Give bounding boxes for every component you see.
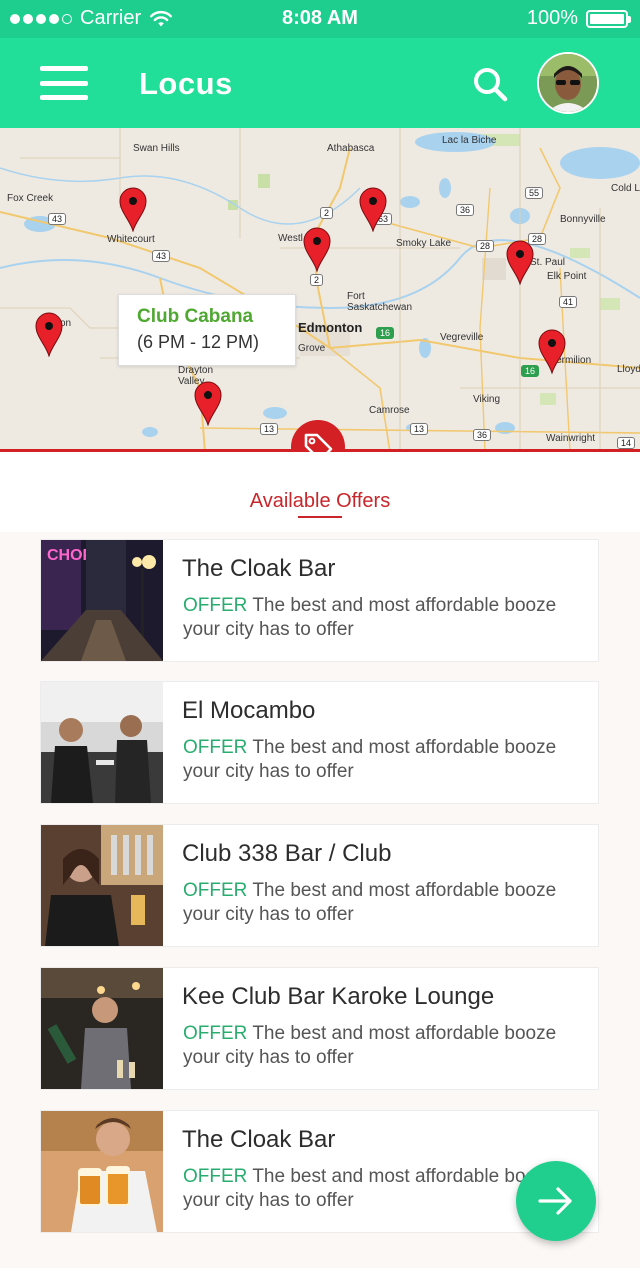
hamburger-menu-icon[interactable] <box>40 66 88 100</box>
venue-thumbnail <box>41 825 163 946</box>
offer-venue-name: The Cloak Bar <box>182 1126 336 1153</box>
map-label: Vegreville <box>440 332 484 343</box>
offers-tab-indicator <box>298 516 342 518</box>
offer-card[interactable]: CHOP The Cloak Bar OFFER The best and mo… <box>40 539 599 662</box>
arrow-right-icon[interactable] <box>516 1161 596 1241</box>
battery-percent: 100% <box>526 7 578 29</box>
map-pin-icon[interactable] <box>34 311 64 357</box>
map-label: Viking <box>473 394 501 405</box>
offer-description: OFFER The best and most affordable booze… <box>183 594 583 642</box>
map-label: Cold L <box>611 183 640 194</box>
map[interactable]: Swan Hills Athabasca Lac la Biche Fox Cr… <box>0 128 640 452</box>
road-shield: 2 <box>320 207 334 219</box>
map-label: Fox Creek <box>7 193 54 204</box>
map-pin-icon[interactable] <box>537 328 567 374</box>
tooltip-venue-hours: (6 PM - 12 PM) <box>137 332 260 352</box>
map-pin-icon[interactable] <box>358 186 388 232</box>
offer-venue-name: El Mocambo <box>182 697 316 724</box>
offer-card[interactable]: The Cloak Bar OFFER The best and most af… <box>40 1110 599 1233</box>
offer-badge: OFFER <box>183 595 248 616</box>
venue-thumbnail <box>41 1111 163 1232</box>
available-offers-tab[interactable]: Available Offers <box>0 490 640 513</box>
road-shield: 16 <box>376 327 395 339</box>
map-tooltip[interactable]: Club Cabana (6 PM - 12 PM) <box>118 294 296 366</box>
status-right: 100% <box>526 7 631 30</box>
venue-thumbnail <box>41 682 163 803</box>
battery-icon <box>586 9 631 28</box>
road-shield: 13 <box>260 423 279 435</box>
venue-thumbnail: CHOP <box>41 540 163 661</box>
map-label: Smoky Lake <box>396 238 452 249</box>
map-label: Lloyd <box>617 364 640 375</box>
offers-header: Available Offers <box>0 452 640 532</box>
map-label: Grove <box>298 343 326 354</box>
road-shield: 36 <box>473 429 492 441</box>
map-pin-icon[interactable] <box>193 380 223 426</box>
map-pin-icon[interactable] <box>302 226 332 272</box>
offer-badge: OFFER <box>183 1023 248 1044</box>
offer-venue-name: Club 338 Bar / Club <box>182 840 392 867</box>
offer-description: OFFER The best and most affordable booze… <box>183 1022 583 1070</box>
tooltip-venue-name: Club Cabana <box>137 306 254 327</box>
map-pin-icon[interactable] <box>505 239 535 285</box>
offer-venue-name: The Cloak Bar <box>182 555 336 582</box>
map-label: St. Paul <box>530 257 566 268</box>
map-label: Westl <box>278 233 303 244</box>
map-label: Lac la Biche <box>442 135 497 146</box>
offer-badge: OFFER <box>183 880 248 901</box>
offer-description: OFFER The best and most affordable booze… <box>183 736 583 784</box>
road-shield: 13 <box>410 423 429 435</box>
search-icon[interactable] <box>472 66 508 102</box>
user-avatar[interactable] <box>537 52 599 114</box>
map-label: Wainwright <box>546 433 596 444</box>
road-shield: 41 <box>559 296 578 308</box>
road-shield: 36 <box>456 204 475 216</box>
app-title: Locus <box>139 66 233 101</box>
offer-card[interactable]: Kee Club Bar Karoke Lounge OFFER The bes… <box>40 967 599 1090</box>
offer-card[interactable]: Club 338 Bar / Club OFFER The best and m… <box>40 824 599 947</box>
offer-description: OFFER The best and most affordable booze… <box>183 879 583 927</box>
road-shield: 28 <box>476 240 495 252</box>
road-shield: 2 <box>310 274 324 286</box>
venue-thumbnail <box>41 968 163 1089</box>
offer-badge: OFFER <box>183 1166 248 1187</box>
map-pin-icon[interactable] <box>118 186 148 232</box>
map-label: Camrose <box>369 405 410 416</box>
map-label: Athabasca <box>327 143 375 154</box>
map-label: Elk Point <box>547 271 587 282</box>
offer-badge: OFFER <box>183 737 248 758</box>
map-label-city: Edmonton <box>298 320 363 335</box>
offer-venue-name: Kee Club Bar Karoke Lounge <box>182 983 495 1010</box>
app-header: Locus <box>0 38 640 128</box>
map-label: Swan Hills <box>133 143 180 154</box>
map-label: Fort Saskatchewan <box>347 291 413 313</box>
road-shield: 14 <box>617 437 636 449</box>
offer-card[interactable]: El Mocambo OFFER The best and most affor… <box>40 681 599 804</box>
status-bar: Carrier 8:08 AM 100% <box>0 0 640 38</box>
map-label: Whitecourt <box>107 234 155 245</box>
road-shield: 55 <box>525 187 544 199</box>
map-background <box>0 128 640 452</box>
map-label: Bonnyville <box>560 214 606 225</box>
road-shield: 43 <box>48 213 67 225</box>
road-shield: 43 <box>152 250 171 262</box>
